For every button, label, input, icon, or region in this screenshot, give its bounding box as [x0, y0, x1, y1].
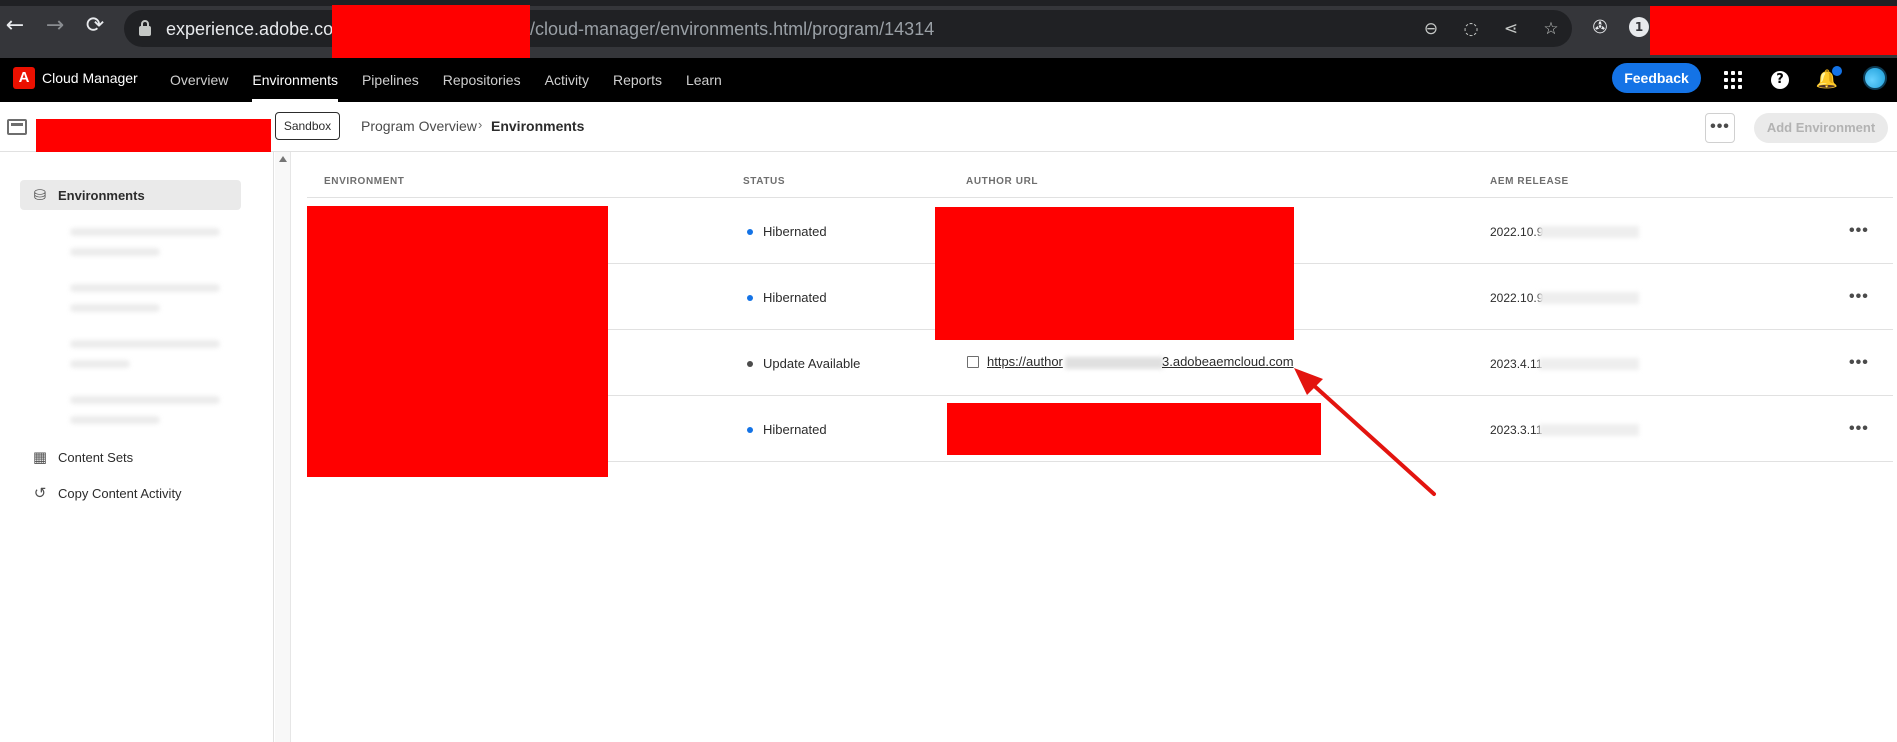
status-cell: Update Available: [747, 356, 860, 371]
column-header-environment[interactable]: ENVIRONMENT: [324, 176, 405, 187]
redacted-author-url: [947, 403, 1321, 455]
notification-badge: [1832, 66, 1842, 76]
environments-table: ENVIRONMENT STATUS AUTHOR URL AEM RELEAS…: [291, 152, 1897, 742]
nav-reports[interactable]: Reports: [613, 58, 662, 102]
blurred-subitem: [70, 284, 220, 292]
status-cell: Hibernated: [747, 224, 827, 239]
status-cell: Hibernated: [747, 290, 827, 305]
row-more-button[interactable]: •••: [1849, 354, 1869, 372]
blurred-author-url-part: [1065, 357, 1163, 369]
database-icon: ⛁: [33, 186, 47, 204]
annotation-arrow: [1294, 368, 1436, 496]
url-path: /cloud-manager/environments.html/program…: [530, 19, 935, 39]
redacted-author-urls: [935, 207, 1294, 340]
nav-overview[interactable]: Overview: [170, 58, 228, 102]
status-dot: [747, 294, 753, 301]
author-url-link[interactable]: https://author: [987, 354, 1063, 369]
blurred-subitem: [70, 248, 160, 256]
star-icon[interactable]: ☆: [1540, 18, 1562, 40]
blurred-subitem: [70, 228, 220, 236]
status-dot: [747, 360, 753, 367]
nav-learn[interactable]: Learn: [686, 58, 722, 102]
avatar[interactable]: [1863, 66, 1887, 90]
row-more-button[interactable]: •••: [1849, 222, 1869, 240]
adobe-logo-icon[interactable]: A: [13, 67, 35, 89]
redacted-program-name: [36, 119, 271, 152]
scroll-up-icon[interactable]: [279, 156, 287, 162]
divider: [307, 197, 1893, 198]
chevron-right-icon: ›: [478, 117, 483, 132]
status-text: Hibernated: [763, 290, 827, 305]
sidebar-scrollbar[interactable]: [275, 152, 291, 742]
add-environment-button[interactable]: Add Environment: [1754, 113, 1888, 143]
blurred-release-suffix: [1539, 358, 1639, 370]
nav-repositories[interactable]: Repositories: [443, 58, 521, 102]
redacted-profile: [1650, 6, 1897, 55]
sidebar-item-environments[interactable]: ⛁ Environments: [20, 180, 241, 210]
sidebar-item-content-sets[interactable]: ▦ Content Sets: [20, 442, 241, 472]
tab-strip: [0, 0, 1897, 6]
sidebar-item-label: Content Sets: [58, 449, 134, 465]
status-text: Hibernated: [763, 422, 827, 437]
status-dot: [747, 426, 753, 433]
row-more-button[interactable]: •••: [1849, 420, 1869, 438]
help-icon[interactable]: ?: [1771, 71, 1789, 89]
sub-header: Sandbox Program Overview › Environments …: [0, 102, 1897, 152]
breadcrumb-environments: Environments: [491, 118, 585, 134]
box-icon: ▦: [32, 448, 48, 466]
more-actions-button[interactable]: •••: [1705, 113, 1735, 143]
redacted-environment-names: [307, 206, 608, 477]
release-cell: 2022.10.9: [1490, 225, 1544, 239]
arrow-right-icon[interactable]: →: [43, 14, 67, 38]
nav-environments[interactable]: Environments: [252, 58, 338, 102]
blurred-release-suffix: [1539, 424, 1639, 436]
column-header-status[interactable]: STATUS: [743, 176, 785, 187]
eye-off-icon[interactable]: ◌: [1460, 18, 1482, 40]
status-dot: [747, 228, 753, 235]
nav-activity[interactable]: Activity: [545, 58, 589, 102]
breadcrumb-program-overview[interactable]: Program Overview: [361, 118, 477, 134]
status-text: Update Available: [763, 356, 861, 371]
row-more-button[interactable]: •••: [1849, 288, 1869, 306]
feedback-button[interactable]: Feedback: [1612, 63, 1701, 93]
zoom-icon[interactable]: ⊖: [1420, 18, 1442, 40]
status-cell: Hibernated: [747, 422, 827, 437]
release-cell: 2023.4.11: [1490, 357, 1543, 371]
blurred-release-suffix: [1539, 292, 1639, 304]
blurred-subitem: [70, 416, 160, 424]
sidebar-item-label: Environments: [58, 187, 145, 203]
app-header: A Cloud Manager Overview Environments Pi…: [0, 58, 1897, 102]
external-link-icon: [967, 356, 979, 368]
blurred-release-suffix: [1539, 226, 1639, 238]
history-icon: ↺: [33, 484, 47, 502]
sandbox-tag: Sandbox: [275, 112, 340, 140]
column-header-aem-release[interactable]: AEM RELEASE: [1490, 176, 1569, 187]
top-nav: Overview Environments Pipelines Reposito…: [170, 58, 746, 102]
apps-grid-icon[interactable]: [1721, 68, 1745, 92]
panel-toggle-icon[interactable]: [7, 119, 27, 135]
arrow-left-icon[interactable]: ←: [3, 14, 27, 38]
sidebar-item-label: Copy Content Activity: [58, 485, 182, 501]
blurred-subitem: [70, 360, 130, 368]
reload-icon[interactable]: ⟳: [83, 14, 107, 38]
url-host: experience.adobe.co: [166, 19, 334, 39]
release-cell: 2023.3.11: [1490, 423, 1543, 437]
share-icon[interactable]: ⋖: [1500, 18, 1522, 40]
status-text: Hibernated: [763, 224, 827, 239]
password-manager-icon[interactable]: 1: [1629, 17, 1649, 37]
release-cell: 2022.10.9: [1490, 291, 1544, 305]
extension-icon[interactable]: ✇: [1589, 17, 1611, 39]
column-header-author-url[interactable]: AUTHOR URL: [966, 176, 1038, 187]
sidebar: ⛁ Environments ▦ Content Sets ↺ Copy Con…: [0, 152, 274, 742]
blurred-subitem: [70, 340, 220, 348]
sidebar-item-copy-content-activity[interactable]: ↺ Copy Content Activity: [20, 478, 241, 508]
blurred-subitem: [70, 304, 160, 312]
browser-toolbar: ← → ⟳ experience.adobe.co /cloud-manager…: [0, 0, 1897, 58]
brand-name[interactable]: Cloud Manager: [42, 70, 138, 86]
author-url-link-suffix[interactable]: 3.adobeaemcloud.com: [1162, 354, 1294, 369]
blurred-subitem: [70, 396, 220, 404]
nav-pipelines[interactable]: Pipelines: [362, 58, 419, 102]
lock-icon: [139, 20, 151, 36]
